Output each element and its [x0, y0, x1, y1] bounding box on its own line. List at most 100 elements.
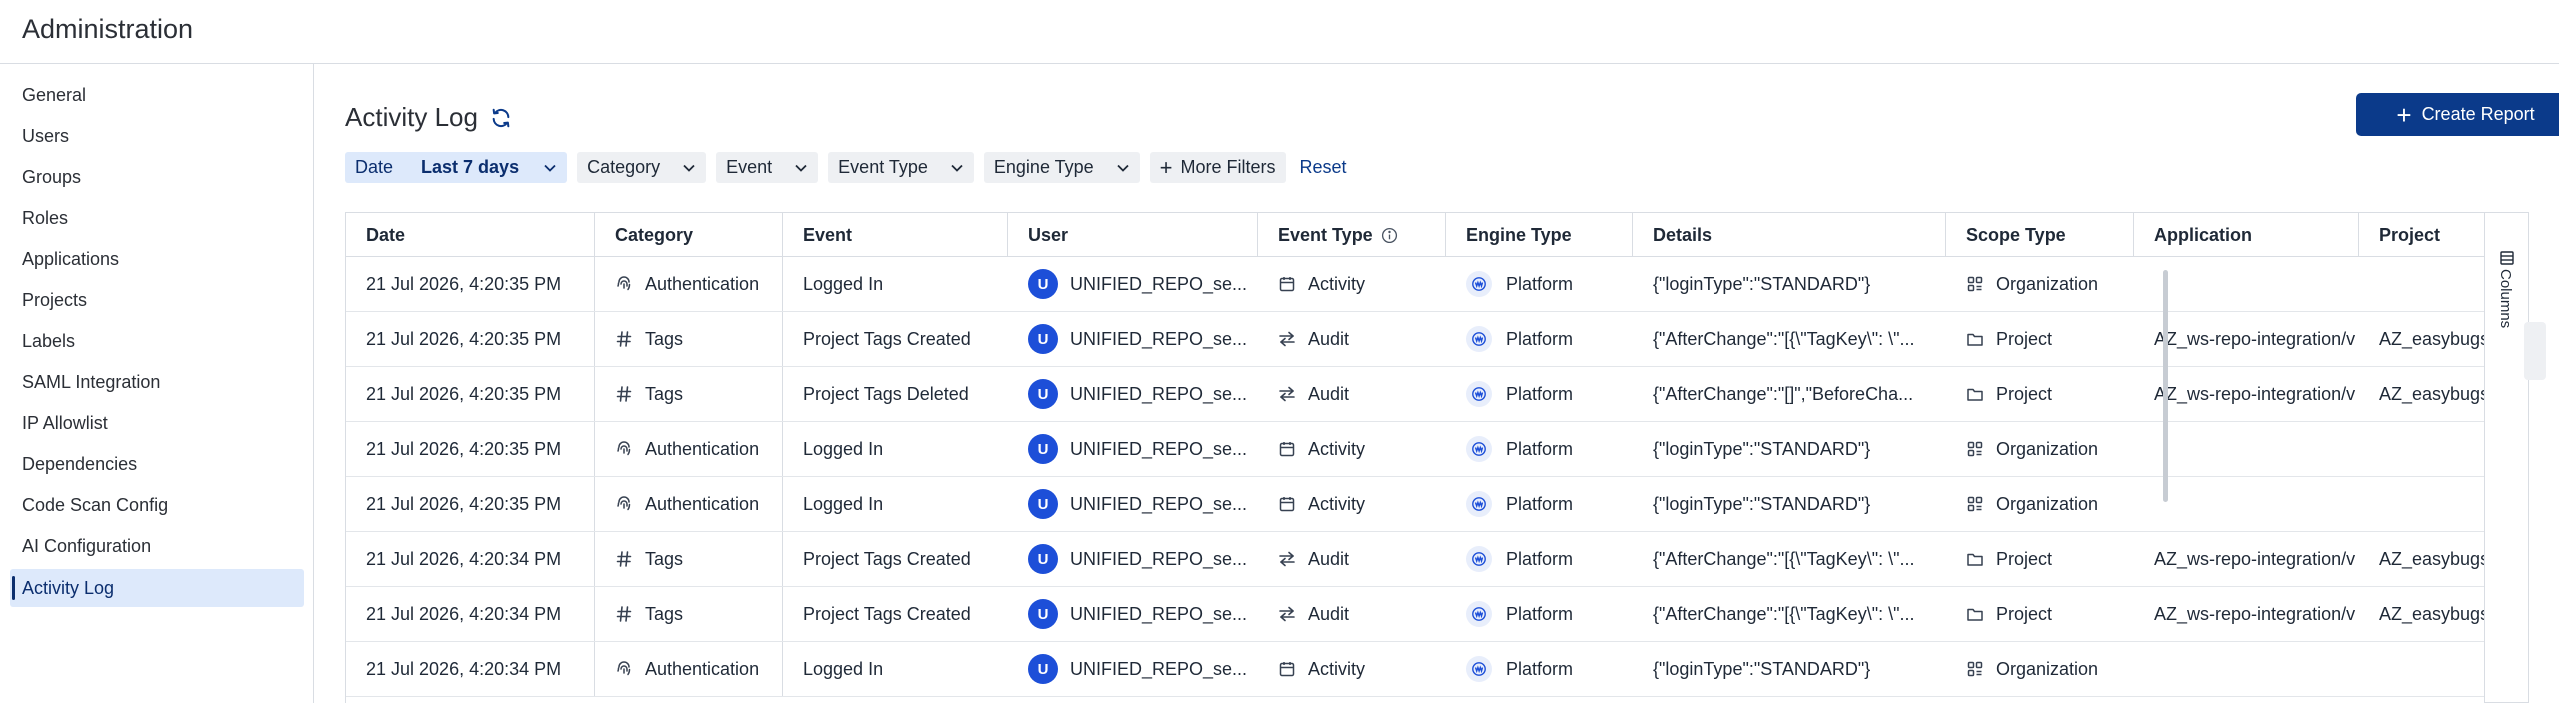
table-row[interactable]: 21 Jul 2026, 4:20:34 PM Authentication Log…	[346, 642, 2484, 697]
sidebar-item-ai-configuration[interactable]: AI Configuration	[10, 527, 304, 565]
calendar-icon	[1278, 495, 1296, 513]
table-row[interactable]: 21 Jul 2026, 4:20:34 PM Tags Project Tags …	[346, 532, 2484, 587]
cell-text: UNIFIED_REPO_se...	[1070, 658, 1248, 679]
cell-event: Logged In	[783, 477, 1008, 531]
column-header-date[interactable]: Date	[346, 213, 595, 257]
column-header-label: Scope Type	[1966, 224, 2066, 245]
cell-text: {"loginType":"STANDARD"}	[1653, 493, 1871, 514]
cell-details: {"loginType":"STANDARD"}	[1633, 422, 1946, 476]
sidebar-item-label: Activity Log	[22, 577, 115, 598]
sidebar-item-dependencies[interactable]: Dependencies	[10, 445, 304, 483]
columns-panel-toggle[interactable]: Columns	[2485, 212, 2529, 703]
cell-date: 21 Jul 2026, 4:20:34 PM	[346, 587, 595, 641]
cell-text: AZ_ws-repo-integration/v	[2154, 548, 2356, 569]
column-header-details[interactable]: Details	[1633, 213, 1946, 257]
cell-category: Authentication	[595, 477, 783, 531]
sidebar-item-projects[interactable]: Projects	[10, 281, 304, 319]
column-header-category[interactable]: Category	[595, 213, 783, 257]
cell-text: 21 Jul 2026, 4:20:35 PM	[366, 383, 562, 404]
column-header-label: Event	[803, 224, 853, 245]
sidebar: General Users Groups Roles Applications …	[0, 64, 314, 703]
sidebar-item-ip-allowlist[interactable]: IP Allowlist	[10, 404, 304, 442]
avatar: U	[1028, 379, 1058, 409]
chevron-down-icon	[951, 164, 963, 172]
plus-icon: +	[2396, 99, 2412, 130]
column-header-user[interactable]: User	[1008, 213, 1258, 257]
column-header-label: Date	[366, 224, 406, 245]
column-header-project[interactable]: Project	[2359, 213, 2484, 257]
event-filter[interactable]: Event	[716, 152, 819, 183]
create-report-button[interactable]: + Create Report	[2356, 93, 2559, 136]
table-header: Date Category Event User Event Type Engi…	[346, 213, 2484, 257]
cell-text: Project	[1996, 328, 2053, 349]
cell-text: 21 Jul 2026, 4:20:35 PM	[366, 493, 562, 514]
cell-scope-type: Project	[1946, 587, 2134, 641]
info-icon[interactable]	[1381, 227, 1398, 244]
table-row[interactable]: 21 Jul 2026, 4:20:34 PM Tags Project Tags …	[346, 587, 2485, 642]
column-header-scope-type[interactable]: Scope Type	[1946, 213, 2134, 257]
columns-icon	[2500, 251, 2514, 265]
reset-link[interactable]: Reset	[1300, 157, 1347, 178]
cell-event-type: Activity	[1258, 422, 1446, 476]
cell-text: AZ_easybugs	[2379, 603, 2485, 624]
panel-edge-handle[interactable]	[2524, 322, 2546, 380]
cell-engine-type: Platform	[1446, 367, 1633, 421]
cell-project: AZ_easybugs	[2359, 532, 2484, 586]
cell-text: Platform	[1506, 493, 1574, 514]
column-header-label: Project	[2379, 224, 2441, 245]
sidebar-item-roles[interactable]: Roles	[10, 199, 304, 237]
column-header-label: Event Type	[1278, 224, 1373, 245]
folder-icon	[1966, 385, 1984, 403]
cell-text: Audit	[1308, 383, 1350, 404]
sidebar-item-applications[interactable]: Applications	[10, 240, 304, 278]
cell-text: UNIFIED_REPO_se...	[1070, 328, 1248, 349]
folder-icon	[1966, 550, 1984, 568]
category-filter[interactable]: Category	[577, 152, 707, 183]
cell-details: {"AfterChange":"[{\"TagKey\": \"...	[1633, 587, 1946, 641]
cell-event-type: Audit	[1258, 587, 1446, 641]
cell-text: Organization	[1996, 273, 2099, 294]
event-type-filter[interactable]: Event Type	[828, 152, 974, 183]
cell-date: 21 Jul 2026, 4:20:35 PM	[346, 257, 595, 311]
platform-icon	[1466, 491, 1492, 517]
column-header-event-type[interactable]: Event Type	[1258, 213, 1446, 257]
more-filters-button[interactable]: + More Filters	[1149, 152, 1286, 183]
sidebar-item-general[interactable]: General	[10, 76, 304, 114]
engine-type-filter-label: Engine Type	[993, 157, 1094, 177]
swap-arrows-icon	[1278, 330, 1296, 348]
sidebar-item-groups[interactable]: Groups	[10, 158, 304, 196]
cell-details: {"loginType":"STANDARD"}	[1633, 257, 1946, 311]
sidebar-item-code-scan-config[interactable]: Code Scan Config	[10, 486, 304, 524]
sidebar-item-users[interactable]: Users	[10, 117, 304, 155]
platform-icon	[1466, 326, 1492, 352]
cell-text: 21 Jul 2026, 4:20:34 PM	[366, 548, 562, 569]
platform-icon	[1466, 656, 1492, 682]
sidebar-item-labels[interactable]: Labels	[10, 322, 304, 360]
column-header-label: Engine Type	[1466, 224, 1572, 245]
sidebar-item-activity-log[interactable]: Activity Log	[10, 569, 304, 607]
column-header-event[interactable]: Event	[783, 213, 1008, 257]
cell-scope-type: Organization	[1946, 642, 2134, 696]
date-filter[interactable]: Date Last 7 days	[345, 152, 568, 183]
calendar-icon	[1278, 275, 1296, 293]
category-filter-label: Category	[587, 157, 661, 177]
chevron-down-icon	[795, 164, 807, 172]
cell-text: Tags	[645, 603, 684, 624]
refresh-icon[interactable]	[490, 107, 512, 129]
column-header-application[interactable]: Application	[2134, 213, 2359, 257]
engine-type-filter[interactable]: Engine Type	[983, 152, 1140, 183]
fingerprint-icon	[615, 275, 633, 293]
cell-text: 21 Jul 2026, 4:20:35 PM	[366, 273, 562, 294]
cell-text: Activity	[1308, 493, 1366, 514]
sidebar-item-saml-integration[interactable]: SAML Integration	[10, 363, 304, 401]
cell-event: Logged In	[783, 257, 1008, 311]
cell-date: 21 Jul 2026, 4:20:35 PM	[346, 367, 595, 421]
vertical-scrollbar[interactable]	[2163, 270, 2168, 502]
cell-event-type: Activity	[1258, 642, 1446, 696]
cell-category: Tags	[595, 532, 783, 586]
cell-event: Project Tags Deleted	[783, 367, 1008, 421]
cell-text: Authentication	[645, 658, 760, 679]
cell-scope-type: Organization	[1946, 477, 2134, 531]
column-header-engine-type[interactable]: Engine Type	[1446, 213, 1633, 257]
avatar: U	[1028, 434, 1058, 464]
